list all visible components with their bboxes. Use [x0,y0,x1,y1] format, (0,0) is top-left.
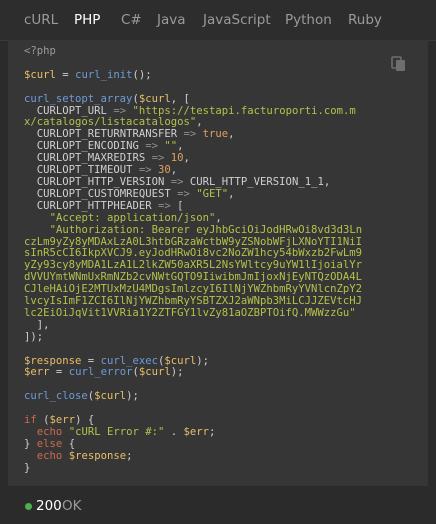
response-status: 200 OK [0,490,436,524]
code-panel: <?php $curl = curl_init(); curl_setopt_a… [8,40,428,486]
status-code: 200 [36,498,62,514]
tab-curl[interactable]: cURL [24,12,58,28]
status-dot [25,503,32,510]
code-sample-widget: cURL PHP C# Java JavaScript Python Ruby … [0,0,436,524]
tab-javascript[interactable]: JavaScript [203,12,271,28]
status-text: OK [62,498,82,514]
code-block: <?php $curl = curl_init(); curl_setopt_a… [24,45,363,474]
copy-icon [391,56,405,71]
tab-php[interactable]: PHP [74,12,100,28]
tab-ruby[interactable]: Ruby [348,12,382,28]
tab-java[interactable]: Java [157,12,186,28]
tab-python[interactable]: Python [285,12,332,28]
copy-button[interactable] [384,48,414,78]
language-tabs: cURL PHP C# Java JavaScript Python Ruby [0,0,436,41]
tab-csharp[interactable]: C# [121,12,142,28]
